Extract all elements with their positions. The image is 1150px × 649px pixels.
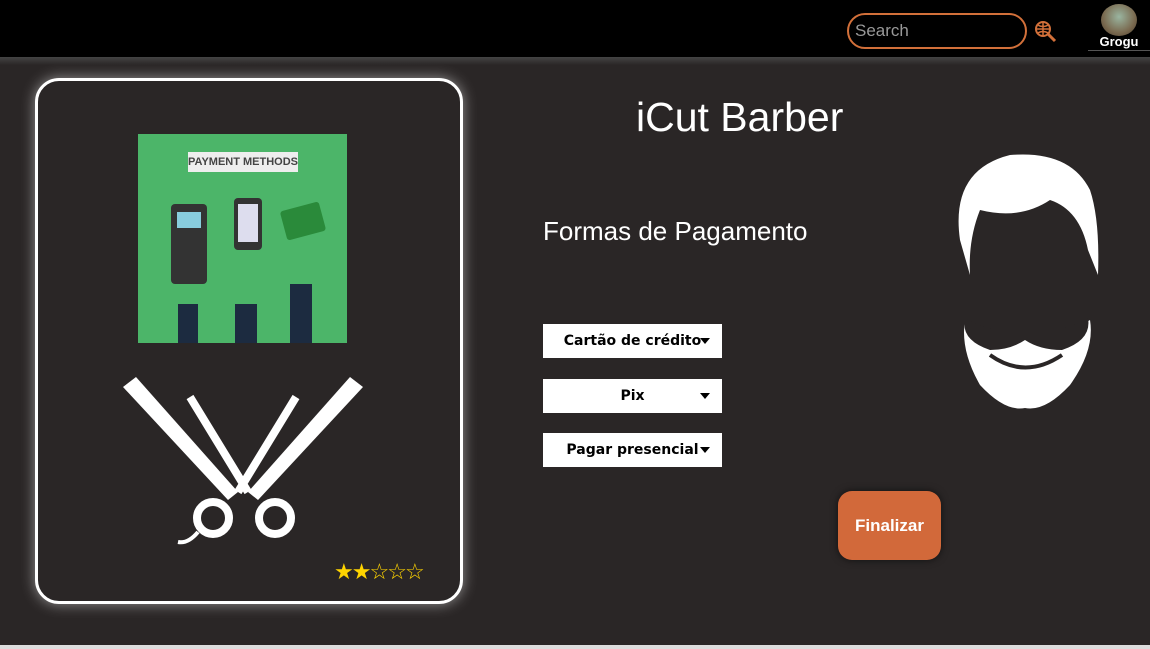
page-title: iCut Barber [636, 94, 844, 140]
star-filled-icon[interactable]: ★ [352, 559, 372, 584]
caret-down-icon [700, 338, 710, 344]
section-subtitle: Formas de Pagamento [543, 216, 808, 246]
header-shadow [0, 57, 1150, 65]
payment-methods-label: PAYMENT METHODS [188, 152, 298, 172]
rating-stars[interactable]: ★★☆☆☆ [334, 559, 425, 585]
search-globe-icon[interactable] [1034, 20, 1058, 44]
beard-man-icon [958, 154, 1099, 409]
comb-scissors-icon [123, 377, 363, 545]
select-value: Pagar presencial [566, 442, 699, 458]
select-value: Cartão de crédito [563, 333, 702, 349]
star-empty-icon[interactable]: ☆ [405, 559, 425, 584]
select-value: Pix [620, 388, 645, 404]
avatar[interactable] [1101, 4, 1137, 36]
caret-down-icon [700, 393, 710, 399]
payment-select-in-person[interactable]: Pagar presencial [543, 433, 722, 467]
payment-select-credit-card[interactable]: Cartão de crédito [543, 324, 722, 358]
footer-line [0, 645, 1150, 649]
star-empty-icon[interactable]: ☆ [369, 559, 389, 584]
finish-button[interactable]: Finalizar [838, 491, 941, 560]
star-filled-icon[interactable]: ★ [334, 559, 354, 584]
user-name[interactable]: Grogu [1088, 34, 1150, 51]
star-empty-icon[interactable]: ☆ [387, 559, 407, 584]
payment-select-pix[interactable]: Pix [543, 379, 722, 413]
caret-down-icon [700, 447, 710, 453]
search-input[interactable] [847, 13, 1027, 49]
